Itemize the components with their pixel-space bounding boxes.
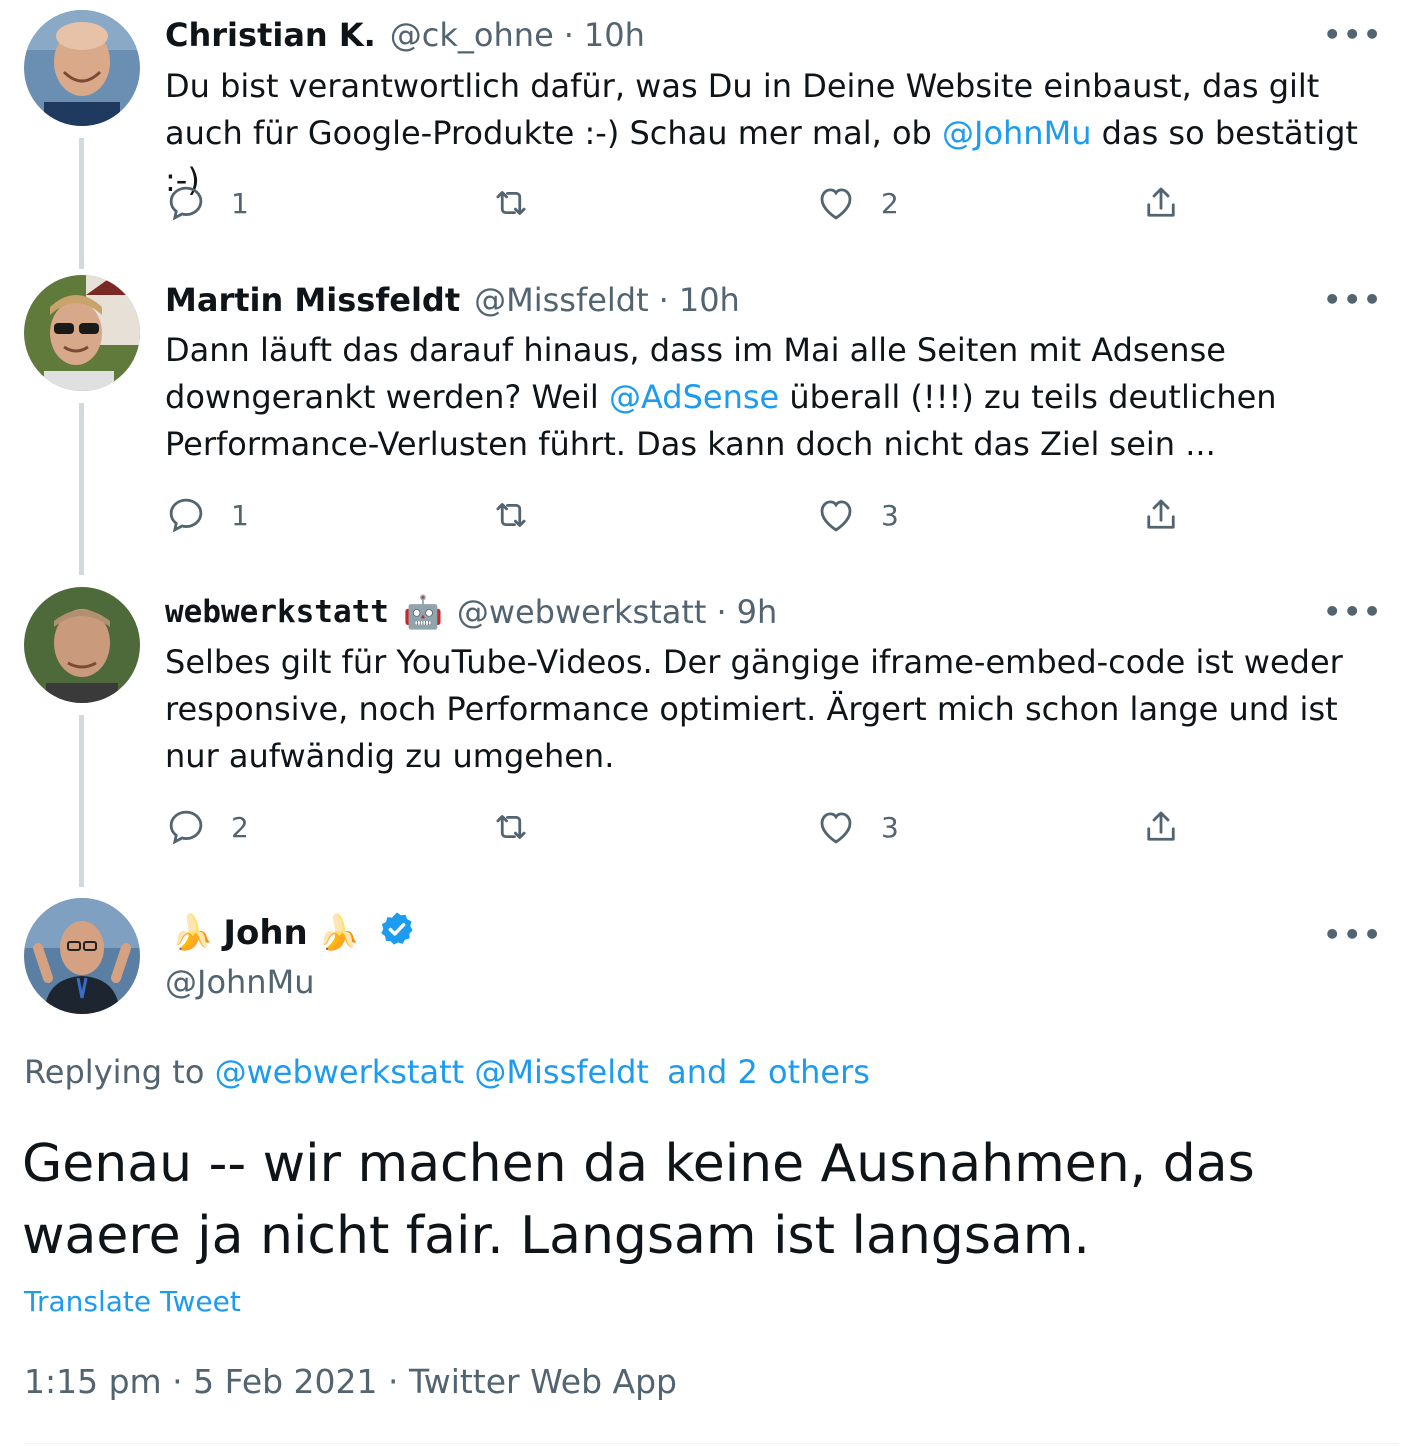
separator: · xyxy=(563,16,574,54)
avatar-christian[interactable] xyxy=(24,10,140,126)
tweet-time[interactable]: 9h xyxy=(737,593,778,631)
separator: · xyxy=(658,281,669,319)
author-name[interactable]: Martin Missfeldt xyxy=(165,281,460,319)
retweet-icon xyxy=(496,503,526,527)
robot-emoji-icon: 🤖 xyxy=(402,593,443,631)
heart-icon xyxy=(820,812,852,844)
avatar-image xyxy=(24,898,140,1014)
banana-emoji-icon: 🍌 xyxy=(317,913,361,953)
main-tweet-header: 🍌 John 🍌 @JohnMu xyxy=(165,905,416,1001)
retweet-icon xyxy=(496,815,526,839)
like-button[interactable]: 2 xyxy=(815,181,899,225)
tweet-time[interactable]: 10h xyxy=(584,16,645,54)
author-handle[interactable]: @webwerkstatt xyxy=(457,593,707,631)
like-button[interactable]: 3 xyxy=(815,805,899,849)
thread-tweet-1[interactable]: Christian K. @ck_ohne · 10h ••• Du bist … xyxy=(0,0,1423,265)
avatar-image xyxy=(24,275,140,391)
main-author-handle[interactable]: @JohnMu xyxy=(165,963,416,1001)
retweet-button[interactable] xyxy=(490,493,532,537)
author-handle[interactable]: @ck_ohne xyxy=(390,16,554,54)
thread-tweet-3[interactable]: webwerkstatt 🤖 @webwerkstatt · 9h ••• Se… xyxy=(0,577,1423,889)
share-icon xyxy=(1147,187,1175,217)
author-handle[interactable]: @Missfeldt xyxy=(474,281,649,319)
more-options-icon[interactable]: ••• xyxy=(1323,595,1383,628)
replying-mention[interactable]: @Missfeldt xyxy=(474,1053,649,1091)
reply-icon xyxy=(169,810,203,845)
share-button[interactable] xyxy=(1140,181,1182,225)
replying-label: Replying to xyxy=(24,1053,205,1091)
reply-icon xyxy=(169,186,203,221)
reply-button[interactable]: 2 xyxy=(165,805,249,849)
avatar-webwerkstatt[interactable] xyxy=(24,587,140,703)
like-count: 3 xyxy=(881,498,899,532)
share-icon xyxy=(1147,499,1175,529)
reply-count: 1 xyxy=(231,498,249,532)
avatar-john[interactable] xyxy=(24,898,140,1014)
heart-icon xyxy=(820,500,852,532)
share-button[interactable] xyxy=(1140,805,1182,849)
more-options-icon[interactable]: ••• xyxy=(1323,918,1383,951)
avatar-image xyxy=(24,587,140,703)
share-icon xyxy=(1147,811,1175,841)
thread-connector xyxy=(79,403,84,575)
share-button[interactable] xyxy=(1140,493,1182,537)
tweet-text: Dann läuft das darauf hinaus, dass im Ma… xyxy=(165,327,1390,468)
replying-others-link[interactable]: and 2 others xyxy=(667,1053,870,1091)
translate-tweet-link[interactable]: Translate Tweet xyxy=(24,1285,241,1318)
avatar-image xyxy=(24,10,140,126)
reply-count: 1 xyxy=(231,186,249,220)
divider xyxy=(24,1443,1399,1444)
thread-connector xyxy=(79,715,84,887)
heart-icon xyxy=(820,188,852,220)
retweet-button[interactable] xyxy=(490,181,532,225)
retweet-icon xyxy=(496,191,526,215)
verified-badge-icon xyxy=(378,910,416,957)
tweet-meta[interactable]: 1:15 pm · 5 Feb 2021 · Twitter Web App xyxy=(24,1362,677,1401)
main-author-name-text: John xyxy=(223,913,308,953)
reply-count: 2 xyxy=(231,810,249,844)
tweet-text-part: Selbes gilt für YouTube-Videos. Der gäng… xyxy=(165,643,1343,775)
action-bar: 2 3 xyxy=(165,805,1195,849)
banana-emoji-icon: 🍌 xyxy=(171,913,214,953)
author-name[interactable]: webwerkstatt xyxy=(165,594,389,630)
reply-button[interactable]: 1 xyxy=(165,181,249,225)
like-count: 2 xyxy=(881,186,899,220)
retweet-button[interactable] xyxy=(490,805,532,849)
reply-button[interactable]: 1 xyxy=(165,493,249,537)
replying-to: Replying to @webwerkstatt @Missfeldt and… xyxy=(24,1053,870,1091)
like-button[interactable]: 3 xyxy=(815,493,899,537)
thread-connector xyxy=(79,138,84,263)
author-name[interactable]: Christian K. xyxy=(165,16,376,54)
separator: · xyxy=(716,593,727,631)
thread-connector xyxy=(79,263,84,269)
tweet-text: Selbes gilt für YouTube-Videos. Der gäng… xyxy=(165,639,1390,780)
tweet-header: Martin Missfeldt @Missfeldt · 10h xyxy=(165,278,740,322)
replying-mention[interactable]: @webwerkstatt xyxy=(215,1053,465,1091)
reply-icon xyxy=(169,498,203,533)
thread-tweet-2[interactable]: Martin Missfeldt @Missfeldt · 10h ••• Da… xyxy=(0,263,1423,577)
mention-link[interactable]: @JohnMu xyxy=(942,114,1091,152)
main-tweet-text: Genau -- wir machen da keine Ausnahmen, … xyxy=(22,1134,1255,1266)
tweet-header: webwerkstatt 🤖 @webwerkstatt · 9h xyxy=(165,590,777,634)
tweet-header: Christian K. @ck_ohne · 10h xyxy=(165,13,645,57)
avatar-martin[interactable] xyxy=(24,275,140,391)
like-count: 3 xyxy=(881,810,899,844)
action-bar: 1 2 xyxy=(165,181,1195,225)
more-options-icon[interactable]: ••• xyxy=(1323,283,1383,316)
action-bar: 1 3 xyxy=(165,493,1195,537)
tweet-time[interactable]: 10h xyxy=(679,281,740,319)
more-options-icon[interactable]: ••• xyxy=(1323,18,1383,51)
main-author-name[interactable]: 🍌 John 🍌 xyxy=(165,905,416,961)
mention-link[interactable]: @AdSense xyxy=(609,378,779,416)
